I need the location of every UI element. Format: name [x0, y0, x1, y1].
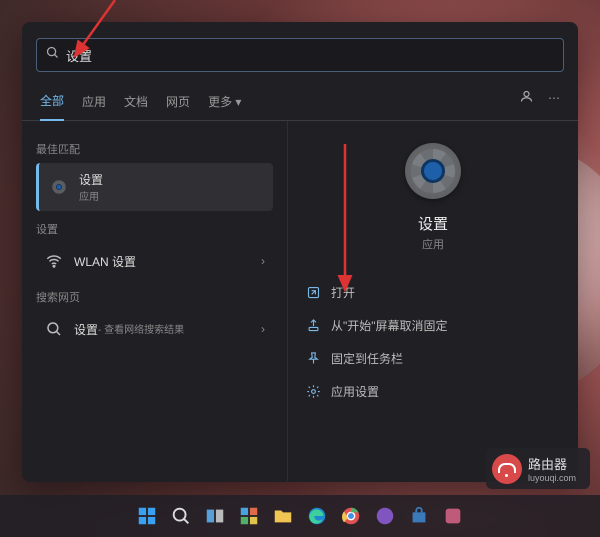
result-title: 设置	[74, 321, 98, 338]
result-title: WLAN 设置	[74, 253, 136, 270]
taskbar-app2[interactable]	[439, 502, 467, 530]
action-label: 打开	[331, 284, 355, 301]
result-web-search[interactable]: 设置 - 查看网络搜索结果 ›	[36, 311, 273, 347]
action-label: 应用设置	[331, 383, 379, 400]
result-wlan-settings[interactable]: WLAN 设置 ›	[36, 243, 273, 279]
taskbar-chrome[interactable]	[337, 502, 365, 530]
settings-app-icon	[405, 143, 461, 199]
taskbar-explorer[interactable]	[269, 502, 297, 530]
chevron-down-icon: ▾	[235, 95, 241, 109]
tabs: 全部 应用 文档 网页 更多 ▾ ⋯	[22, 78, 578, 121]
taskbar-widgets[interactable]	[235, 502, 263, 530]
taskbar-start[interactable]	[133, 502, 161, 530]
more-icon[interactable]: ⋯	[548, 91, 560, 105]
preview-pane: 设置 应用 打开 从"开始"屏幕取消固定 固定到任务栏 应用设置	[287, 121, 578, 481]
account-icon[interactable]	[519, 89, 534, 107]
search-window: 全部 应用 文档 网页 更多 ▾ ⋯ 最佳匹配 设置 应用 设置	[22, 22, 578, 482]
result-title: 设置	[79, 171, 103, 188]
taskbar-search[interactable]	[167, 502, 195, 530]
result-settings-app[interactable]: 设置 应用	[36, 163, 273, 211]
watermark-title: 路由器	[528, 454, 576, 473]
tab-all[interactable]: 全部	[40, 84, 64, 121]
action-pin-taskbar[interactable]: 固定到任务栏	[302, 344, 564, 373]
chevron-right-icon: ›	[261, 322, 265, 336]
preview-sub: 应用	[422, 236, 444, 252]
router-icon	[492, 454, 522, 484]
tab-more[interactable]: 更多 ▾	[208, 85, 241, 120]
search-bar[interactable]	[36, 38, 564, 72]
taskbar	[0, 495, 600, 537]
action-open[interactable]: 打开	[302, 278, 564, 307]
tab-web[interactable]: 网页	[166, 85, 190, 120]
search-icon	[44, 319, 64, 339]
taskbar-app[interactable]	[371, 502, 399, 530]
section-settings: 设置	[36, 221, 273, 237]
watermark-sub: luyouqi.com	[528, 473, 576, 483]
gear-icon	[49, 177, 69, 197]
tab-docs[interactable]: 文档	[124, 85, 148, 120]
action-unpin-start[interactable]: 从"开始"屏幕取消固定	[302, 311, 564, 340]
action-label: 从"开始"屏幕取消固定	[331, 317, 448, 334]
watermark: 路由器 luyouqi.com	[486, 448, 590, 489]
chevron-right-icon: ›	[261, 254, 265, 268]
preview-title: 设置	[418, 213, 448, 234]
wifi-icon	[44, 251, 64, 271]
result-sub: 应用	[79, 188, 103, 203]
results-left: 最佳匹配 设置 应用 设置 WLAN 设置 › 搜索	[22, 121, 287, 481]
taskbar-taskview[interactable]	[201, 502, 229, 530]
action-app-settings[interactable]: 应用设置	[302, 377, 564, 406]
search-icon	[45, 45, 60, 65]
section-web: 搜索网页	[36, 289, 273, 305]
action-label: 固定到任务栏	[331, 350, 403, 367]
result-sub: - 查看网络搜索结果	[98, 321, 184, 338]
taskbar-store[interactable]	[405, 502, 433, 530]
search-input[interactable]	[60, 48, 555, 63]
section-best-match: 最佳匹配	[36, 141, 273, 157]
tab-apps[interactable]: 应用	[82, 85, 106, 120]
taskbar-edge[interactable]	[303, 502, 331, 530]
